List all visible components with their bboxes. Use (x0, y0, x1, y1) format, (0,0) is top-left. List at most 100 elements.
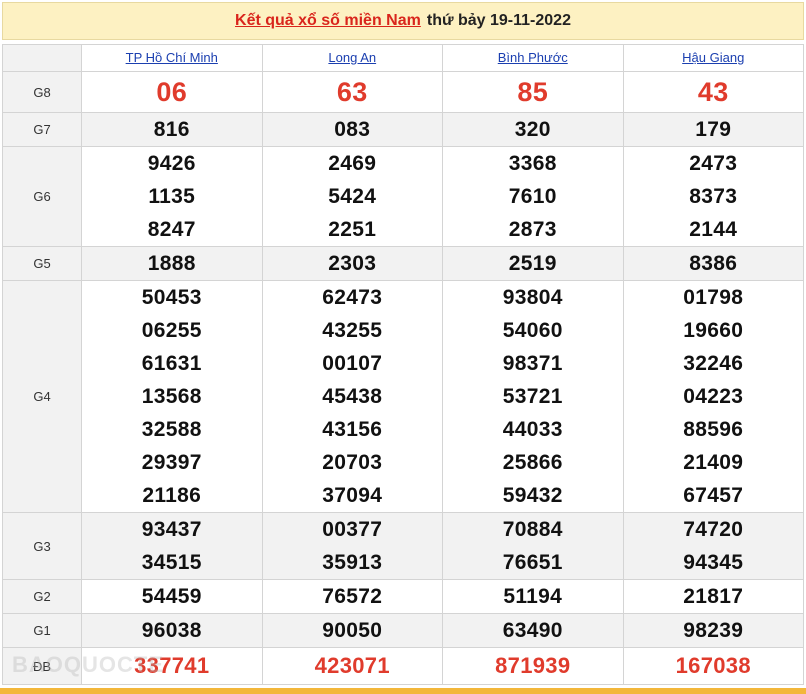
prize-number: 337741 (134, 653, 210, 678)
prize-number: 06255 (141, 319, 202, 342)
prize-number: 1135 (148, 185, 196, 208)
prize-number: 50453 (141, 286, 202, 309)
prize-row: G4 50453 06255 61631 13568 32588 29397 21186 624… (2, 280, 804, 513)
prize-label: G8 (2, 71, 82, 113)
prize-number: 54060 (502, 319, 563, 342)
prize-label: G2 (2, 579, 82, 614)
prize-number: 35913 (322, 551, 383, 574)
prize-number: 2519 (508, 252, 557, 275)
prize-row: G5 1888 2303 2519 8386 (2, 246, 804, 281)
prize-number: 21817 (683, 585, 744, 608)
prize-number: 083 (334, 118, 371, 141)
prize-cell: 51194 (442, 579, 624, 614)
prize-number: 13568 (141, 385, 202, 408)
prize-number: 63 (336, 77, 368, 107)
prize-number: 1888 (147, 252, 196, 275)
prize-number: 43 (697, 77, 729, 107)
prize-number: 51194 (503, 585, 563, 608)
prize-cell: 320 (442, 112, 624, 147)
prize-number: 167038 (675, 653, 751, 678)
prize-number: 93804 (502, 286, 563, 309)
prize-number: 8247 (147, 218, 196, 241)
prize-cell: 93437 34515 (81, 512, 263, 580)
prize-number: 85 (517, 77, 549, 107)
title-bar: Kết quả xổ số miền Nam thứ bảy 19-11-202… (2, 2, 804, 40)
prize-number: 98239 (683, 619, 744, 642)
prize-cell: 21817 (622, 579, 804, 614)
prize-cell: 63490 (442, 613, 624, 648)
prize-cell: 167038 (622, 647, 804, 685)
prize-number: 7610 (508, 185, 557, 208)
province-header: Long An (261, 44, 443, 72)
prize-label: G6 (2, 146, 82, 247)
prize-number: 43255 (322, 319, 383, 342)
prize-number: 8386 (689, 252, 738, 275)
prize-number: 96038 (141, 619, 202, 642)
province-link[interactable]: Long An (328, 50, 376, 65)
prize-number: 21409 (683, 451, 744, 474)
prize-row: G1 96038 90050 63490 98239 (2, 613, 804, 648)
prize-cell: 90050 (261, 613, 443, 648)
prize-number: 63490 (502, 619, 563, 642)
prize-cell: 74720 94345 (622, 512, 804, 580)
prize-cell: 63 (261, 71, 443, 113)
prize-number: 320 (514, 118, 551, 141)
prize-label: G7 (2, 112, 82, 147)
results-table: TP Hồ Chí Minh Long An Bình Phước Hậu Gi… (2, 44, 804, 685)
prize-cell: 423071 (261, 647, 443, 685)
prize-cell: 8386 (622, 246, 804, 281)
province-link[interactable]: TP Hồ Chí Minh (126, 50, 218, 65)
prize-cell: 01798 19660 32246 04223 88596 21409 67457 (622, 280, 804, 513)
prize-number: 34515 (141, 551, 202, 574)
province-link[interactable]: Hậu Giang (682, 50, 744, 65)
prize-number: 94345 (683, 551, 744, 574)
prize-number: 179 (695, 118, 732, 141)
prize-cell: 9426 1135 8247 (81, 146, 263, 247)
prize-cell: 54459 (81, 579, 263, 614)
prize-number: 76572 (322, 585, 383, 608)
prize-number: 2873 (508, 218, 557, 241)
prize-number: 2144 (689, 218, 738, 241)
province-link[interactable]: Bình Phước (498, 50, 568, 65)
prize-cell: 2469 5424 2251 (261, 146, 443, 247)
prize-number: 5424 (328, 185, 377, 208)
prize-cell: 337741 (81, 647, 263, 685)
prize-row: G3 93437 34515 00377 35913 70884 76651 74720 943… (2, 512, 804, 580)
prize-cell: 1888 (81, 246, 263, 281)
prize-number: 816 (153, 118, 190, 141)
prize-number: 45438 (322, 385, 383, 408)
prize-cell: 96038 (81, 613, 263, 648)
prize-table-body: G8 06 63 85 43 G7 816 083 320 179 G6 9426 1135 8247 24… (2, 71, 804, 685)
prize-cell: 2473 8373 2144 (622, 146, 804, 247)
prize-row: G2 54459 76572 51194 21817 (2, 579, 804, 614)
prize-number: 32246 (683, 352, 744, 375)
prize-cell: 98239 (622, 613, 804, 648)
prize-number: 88596 (683, 418, 744, 441)
title-date: thứ bảy 19-11-2022 (426, 12, 571, 29)
prize-number: 70884 (502, 518, 563, 541)
prize-number: 62473 (322, 286, 383, 309)
prize-number: 2303 (328, 252, 377, 275)
prize-number: 67457 (683, 484, 744, 507)
title-link[interactable]: Kết quả xổ số miền Nam (235, 12, 421, 30)
prize-number: 423071 (314, 653, 390, 678)
prize-label: ĐB (2, 647, 82, 685)
province-header: TP Hồ Chí Minh (81, 44, 263, 72)
prize-number: 06 (156, 77, 188, 107)
prize-cell: 93804 54060 98371 53721 44033 25866 59432 (442, 280, 624, 513)
prize-cell: 06 (81, 71, 263, 113)
prize-cell: 3368 7610 2873 (442, 146, 624, 247)
prize-number: 74720 (683, 518, 744, 541)
prize-label: G3 (2, 512, 82, 580)
prize-number: 3368 (508, 152, 557, 175)
prize-number: 76651 (502, 551, 563, 574)
prize-row: G6 9426 1135 8247 2469 5424 2251 3368 7610 2873 24… (2, 146, 804, 247)
prize-number: 00107 (322, 352, 383, 375)
prize-number: 2469 (328, 152, 377, 175)
prize-cell: 816 (81, 112, 263, 147)
prize-cell: 85 (442, 71, 624, 113)
prize-number: 19660 (683, 319, 744, 342)
prize-number: 53721 (502, 385, 563, 408)
prize-number: 8373 (689, 185, 738, 208)
prize-cell: 62473 43255 00107 45438 43156 20703 37094 (261, 280, 443, 513)
